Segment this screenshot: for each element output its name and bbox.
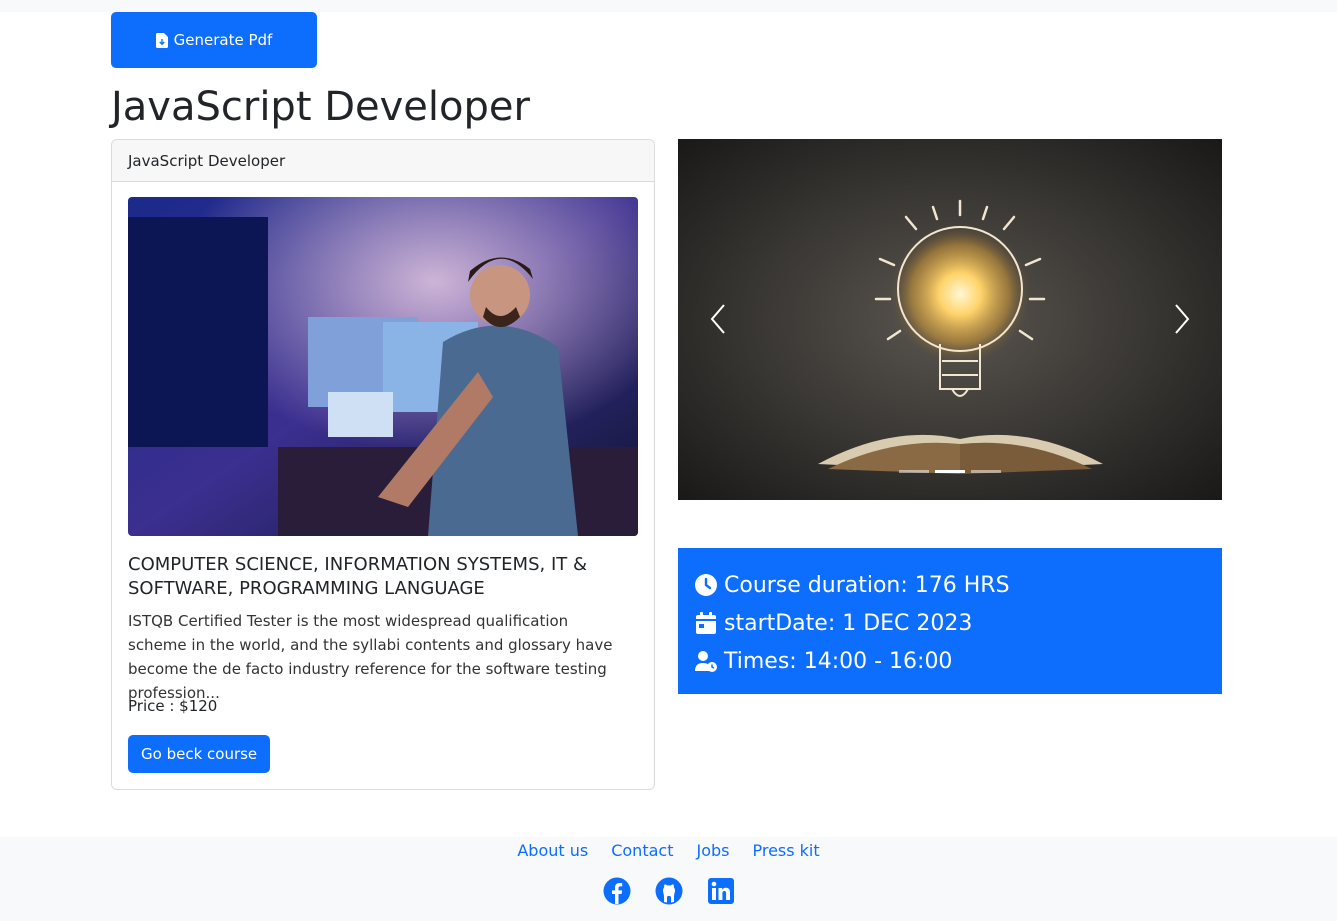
social-links [0, 877, 1337, 905]
footer-link-jobs[interactable]: Jobs [696, 841, 729, 860]
footer-link-contact[interactable]: Contact [611, 841, 673, 860]
times-row: Times: 14:00 - 16:00 [694, 642, 1206, 680]
carousel-indicator[interactable] [899, 470, 929, 473]
user-clock-icon [695, 651, 717, 672]
linkedin-icon[interactable] [707, 877, 735, 905]
course-category: COMPUTER SCIENCE, INFORMATION SYSTEMS, I… [128, 554, 587, 599]
course-info-box: Course duration: 176 HRS startDate: 1 DE… [678, 548, 1222, 694]
developer-photo [128, 197, 638, 536]
file-download-icon [155, 32, 168, 48]
card-header: JavaScript Developer [112, 140, 654, 182]
page-title: JavaScript Developer [111, 84, 530, 130]
github-icon[interactable] [655, 877, 683, 905]
footer: About us Contact Jobs Press kit [0, 837, 1337, 921]
course-price: Price : $120 [128, 697, 218, 715]
generate-pdf-button[interactable]: Generate Pdf [111, 12, 317, 68]
carousel-next-icon[interactable] [1170, 299, 1194, 339]
start-date-row: startDate: 1 DEC 2023 [694, 604, 1206, 642]
image-carousel [678, 139, 1222, 500]
clock-icon [695, 574, 717, 596]
course-card: JavaScript Developer COMPUTER SCIENCE, I… [111, 139, 655, 790]
course-duration-row: Course duration: 176 HRS [694, 566, 1206, 604]
carousel-indicator-active[interactable] [935, 470, 965, 473]
carousel-indicators [899, 470, 1001, 473]
top-bar [0, 0, 1337, 12]
footer-link-press-kit[interactable]: Press kit [752, 841, 819, 860]
course-times: Times: 14:00 - 16:00 [724, 648, 953, 674]
course-description: ISTQB Certified Tester is the most wides… [128, 612, 613, 702]
facebook-icon[interactable] [603, 877, 631, 905]
calendar-icon [696, 612, 716, 634]
lightbulb-book-image [678, 139, 1222, 500]
course-duration: Course duration: 176 HRS [724, 572, 1010, 598]
generate-pdf-label: Generate Pdf [173, 31, 273, 49]
carousel-prev-icon[interactable] [706, 299, 730, 339]
footer-links: About us Contact Jobs Press kit [0, 841, 1337, 860]
start-date: startDate: 1 DEC 2023 [724, 610, 973, 636]
footer-link-about[interactable]: About us [517, 841, 588, 860]
go-back-button[interactable]: Go beck course [128, 735, 271, 773]
carousel-indicator[interactable] [971, 470, 1001, 473]
